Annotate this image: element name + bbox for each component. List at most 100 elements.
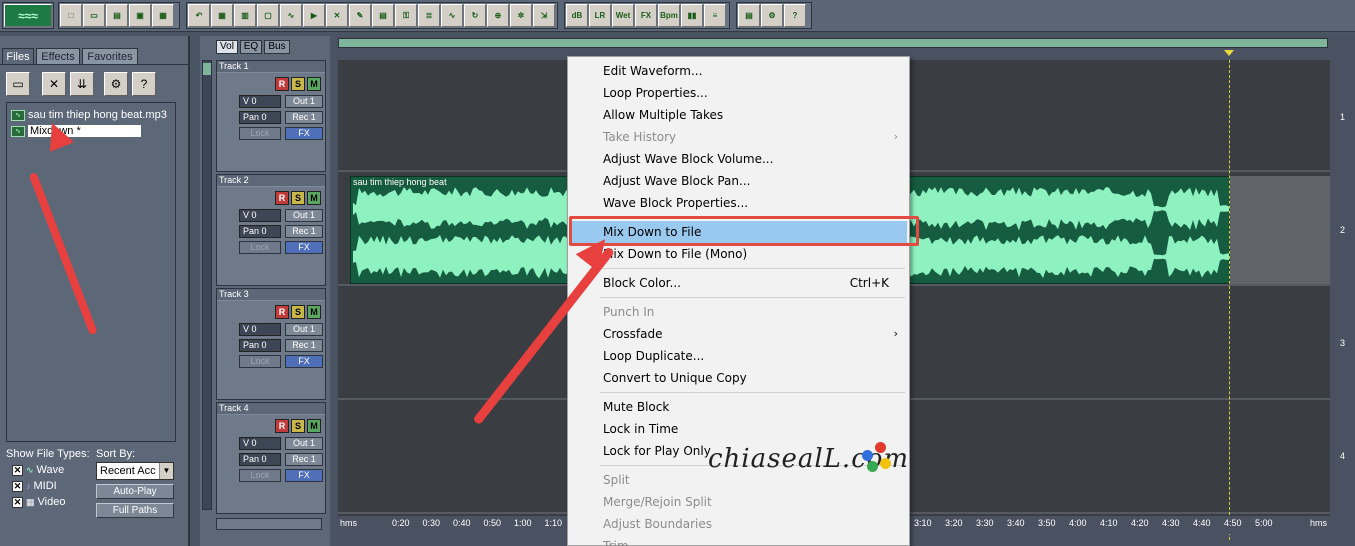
meter-icon[interactable]: ▮▮ — [681, 4, 703, 27]
dialog-icon[interactable]: ▤ — [738, 4, 760, 27]
record-arm-button[interactable]: R — [275, 191, 289, 205]
lock-button[interactable]: Lock — [239, 469, 281, 482]
wet-icon[interactable]: Wet — [612, 4, 634, 27]
solo-button[interactable]: S — [291, 305, 305, 319]
zoom-icon[interactable]: ⊕ — [487, 4, 509, 27]
tab-bus[interactable]: Bus — [264, 40, 290, 54]
volume-field[interactable]: V 0 — [239, 323, 281, 336]
filter-midi[interactable]: ✕ ♪ MIDI — [12, 478, 92, 494]
filter-video[interactable]: ✕ ▦ Video — [12, 494, 92, 510]
fx-button[interactable]: FX — [285, 469, 323, 482]
settings-icon[interactable]: ⚙ — [761, 4, 783, 27]
menu-item[interactable]: Adjust Wave Block Pan... — [570, 170, 907, 192]
mute-icon[interactable]: ✕ — [326, 4, 348, 27]
insert-file-icon[interactable]: ⇊ — [70, 72, 94, 96]
record-arm-button[interactable]: R — [275, 77, 289, 91]
pan-field[interactable]: Pan 0 — [239, 339, 281, 352]
mute-button[interactable]: M — [307, 419, 321, 433]
track-name[interactable]: Track 4 — [217, 403, 325, 415]
open-folder-icon[interactable]: ▭ — [83, 4, 105, 27]
output-button[interactable]: Out 1 — [285, 437, 323, 450]
menu-item[interactable]: Convert to Unique Copy — [570, 367, 907, 389]
solo-button[interactable]: S — [291, 419, 305, 433]
lock-button[interactable]: Lock — [239, 355, 281, 368]
left-right-icon[interactable]: LR — [589, 4, 611, 27]
menu-item[interactable]: Mute Block — [570, 396, 907, 418]
pan-field[interactable]: Pan 0 — [239, 453, 281, 466]
bpm-icon[interactable]: Bpm — [658, 4, 680, 27]
menu-item[interactable]: Edit Waveform... — [570, 60, 907, 82]
tab-vol[interactable]: Vol — [216, 40, 238, 54]
menu-item[interactable]: Crossfade › — [570, 323, 907, 345]
stack-icon[interactable]: ≣ — [418, 4, 440, 27]
lock-button[interactable]: Lock — [239, 127, 281, 140]
snap-icon[interactable]: ▥ — [234, 4, 256, 27]
loop-icon[interactable]: ↻ — [464, 4, 486, 27]
track-name[interactable]: Track 3 — [217, 289, 325, 301]
list-item[interactable]: ∿ Mixdown * — [11, 124, 141, 138]
clip-icon[interactable]: ▤ — [372, 4, 394, 27]
undo-icon[interactable]: ↶ — [188, 4, 210, 27]
volume-field[interactable]: V 0 — [239, 95, 281, 108]
menu-item[interactable]: Block Color... Ctrl+K — [570, 272, 907, 294]
sparkle-icon[interactable]: ✲ — [510, 4, 532, 27]
record-input-button[interactable]: Rec 1 — [285, 111, 323, 124]
output-button[interactable]: Out 1 — [285, 323, 323, 336]
file-settings-icon[interactable]: ⚙ — [104, 72, 128, 96]
output-button[interactable]: Out 1 — [285, 209, 323, 222]
mute-button[interactable]: M — [307, 305, 321, 319]
menu-item[interactable]: Mix Down to File (Mono) — [570, 243, 907, 265]
help-icon[interactable]: ? — [784, 4, 806, 27]
record-input-button[interactable]: Rec 1 — [285, 339, 323, 352]
tab-favorites[interactable]: Favorites — [82, 48, 138, 64]
record-input-button[interactable]: Rec 1 — [285, 225, 323, 238]
track-name[interactable]: Track 2 — [217, 175, 325, 187]
tab-eq[interactable]: EQ — [240, 40, 262, 54]
full-paths-button[interactable]: Full Paths — [96, 503, 174, 518]
fx-button[interactable]: FX — [285, 241, 323, 254]
db-icon[interactable]: dB — [566, 4, 588, 27]
envelope-icon[interactable]: ∿ — [280, 4, 302, 27]
sort-select[interactable]: Recent Acc ▼ — [96, 462, 174, 480]
open-file-icon[interactable]: ▭ — [6, 72, 30, 96]
track-scrollbar[interactable] — [202, 60, 212, 510]
frame-icon[interactable]: ▢ — [257, 4, 279, 27]
fx-button[interactable]: FX — [285, 127, 323, 140]
output-button[interactable]: Out 1 — [285, 95, 323, 108]
grid-icon[interactable]: ▦ — [211, 4, 233, 27]
volume-field[interactable]: V 0 — [239, 437, 281, 450]
pan-field[interactable]: Pan 0 — [239, 225, 281, 238]
file-help-icon[interactable]: ? — [132, 72, 156, 96]
menu-item[interactable]: Wave Block Properties... — [570, 192, 907, 214]
menu-item[interactable]: Allow Multiple Takes — [570, 104, 907, 126]
mute-button[interactable]: M — [307, 77, 321, 91]
tab-files[interactable]: Files — [2, 48, 34, 64]
record-arm-button[interactable]: R — [275, 305, 289, 319]
waveform-view-icon[interactable]: ≈≈≈ — [4, 4, 52, 27]
auto-play-button[interactable]: Auto-Play — [96, 484, 174, 499]
solo-button[interactable]: S — [291, 77, 305, 91]
mixer-icon[interactable]: ≡ — [704, 4, 726, 27]
lock-button[interactable]: Lock — [239, 241, 281, 254]
open-session-icon[interactable]: ▤ — [106, 4, 128, 27]
tool-icon[interactable]: ✎ — [349, 4, 371, 27]
fx-button[interactable]: FX — [285, 355, 323, 368]
export-icon[interactable]: ⇲ — [533, 4, 555, 27]
play-envelope-icon[interactable]: ▶ — [303, 4, 325, 27]
track-name[interactable]: Track 1 — [217, 61, 325, 73]
record-arm-button[interactable]: R — [275, 419, 289, 433]
menu-item[interactable]: Loop Properties... — [570, 82, 907, 104]
save-icon[interactable]: ▣ — [129, 4, 151, 27]
record-input-button[interactable]: Rec 1 — [285, 453, 323, 466]
fx-icon[interactable]: FX — [635, 4, 657, 27]
menu-item[interactable]: Loop Duplicate... — [570, 345, 907, 367]
lock-icon[interactable]: ⚿ — [395, 4, 417, 27]
playhead-marker-icon[interactable] — [1224, 50, 1234, 56]
volume-field[interactable]: V 0 — [239, 209, 281, 222]
track-hscroll[interactable] — [216, 518, 322, 530]
pan-field[interactable]: Pan 0 — [239, 111, 281, 124]
scroll-thumb[interactable] — [203, 63, 211, 75]
new-file-icon[interactable]: □ — [60, 4, 82, 27]
wave-select-icon[interactable]: ∿ — [441, 4, 463, 27]
menu-item[interactable]: Lock in Time — [570, 418, 907, 440]
